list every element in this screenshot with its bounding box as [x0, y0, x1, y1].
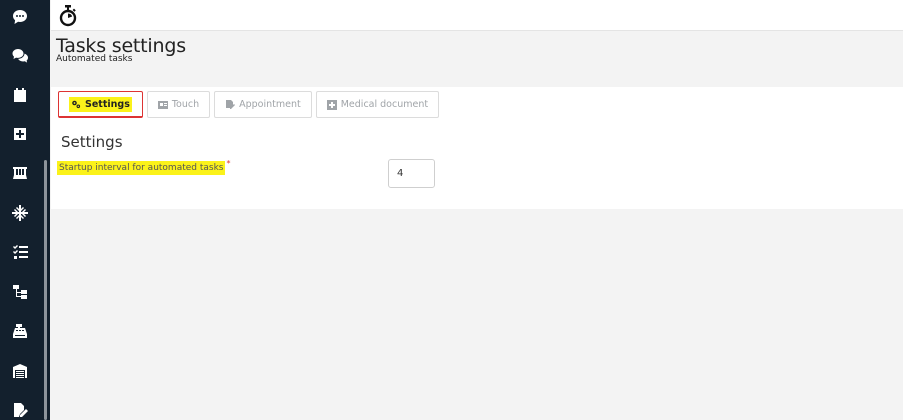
startup-interval-label: Startup interval for automated tasks * — [57, 159, 230, 175]
hierarchy-icon[interactable] — [11, 283, 29, 301]
tab-appointment[interactable]: Appointment — [214, 91, 312, 118]
tab-medical-document[interactable]: Medical document — [315, 91, 440, 118]
conversations-icon[interactable] — [11, 47, 29, 65]
id-card-icon — [157, 100, 168, 109]
page-subtitle: Automated tasks — [56, 54, 133, 64]
tab-settings[interactable]: Settings — [58, 91, 143, 118]
startup-interval-label-text: Startup interval for automated tasks — [57, 161, 226, 175]
calendar-icon[interactable] — [11, 86, 29, 104]
tab-bar: Settings Touch Appointment Medical docum… — [58, 91, 443, 118]
plus-square-icon — [326, 99, 337, 110]
tab-touch-label: Touch — [171, 99, 200, 110]
tab-appointment-label: Appointment — [239, 99, 301, 110]
gears-icon — [72, 100, 81, 109]
cash-register-icon[interactable] — [11, 322, 29, 340]
tab-settings-label: Settings — [85, 98, 130, 110]
chat-icon[interactable] — [11, 8, 29, 26]
document-edit-icon[interactable] — [11, 401, 29, 419]
sidebar — [0, 0, 40, 420]
stopwatch-icon[interactable] — [59, 5, 77, 27]
startup-interval-input[interactable] — [388, 159, 435, 188]
file-signature-icon — [226, 99, 236, 109]
required-marker: * — [226, 159, 231, 168]
tab-touch[interactable]: Touch — [146, 91, 211, 118]
tab-settings-highlight: Settings — [69, 96, 132, 112]
sidebar-scrollbar[interactable] — [44, 160, 47, 420]
top-bar — [51, 0, 903, 31]
warehouse-icon[interactable] — [11, 362, 29, 380]
settings-panel: Settings Touch Appointment Medical docum… — [51, 87, 903, 209]
checklist-icon[interactable] — [11, 243, 29, 261]
section-title: Settings — [61, 133, 123, 151]
medical-plus-icon[interactable] — [11, 125, 29, 143]
tab-medical-document-label: Medical document — [340, 99, 429, 110]
lab-flask-icon[interactable] — [11, 164, 29, 182]
snowflake-icon[interactable] — [11, 204, 29, 222]
